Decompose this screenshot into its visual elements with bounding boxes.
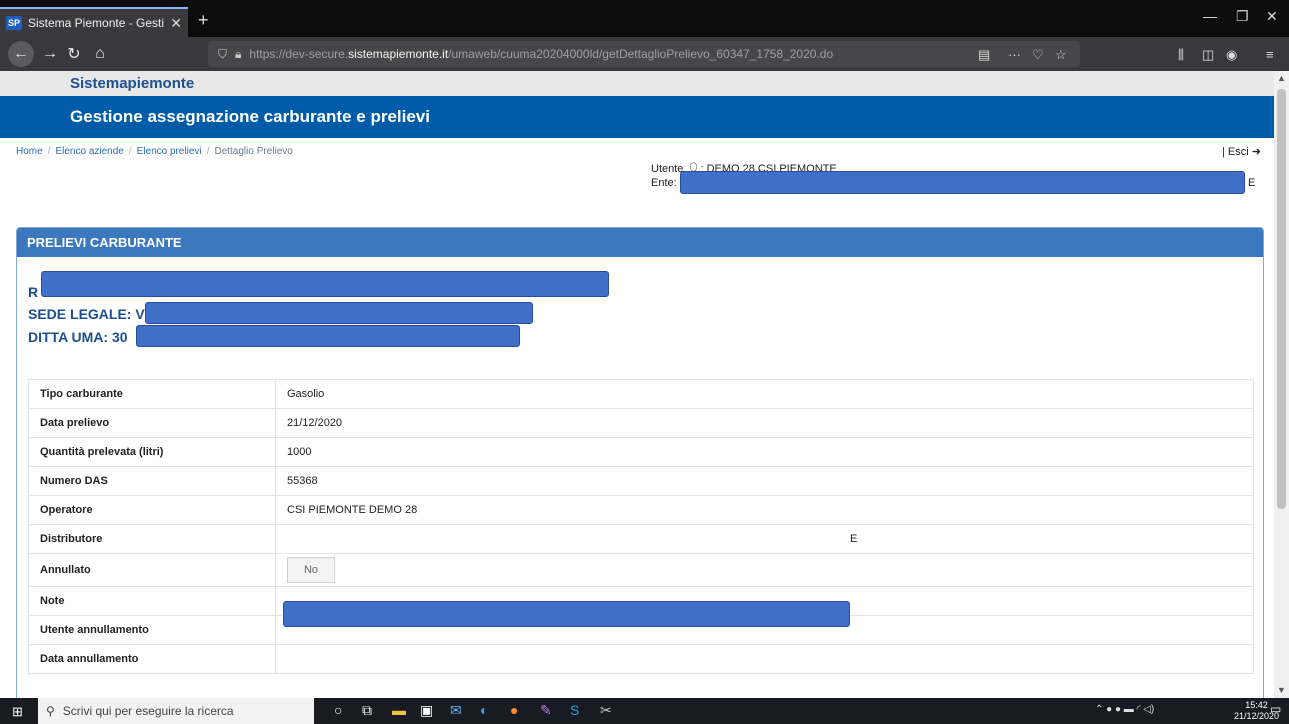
breadcrumb-aziende[interactable]: Elenco aziende bbox=[55, 146, 123, 157]
table-row: Distributore E bbox=[28, 524, 1254, 554]
home-icon[interactable]: ⌂ bbox=[90, 41, 110, 67]
scroll-down-icon[interactable]: ▼ bbox=[1277, 685, 1286, 695]
ente-tail: E bbox=[1248, 177, 1256, 189]
panel-title: PRELIEVI CARBURANTE bbox=[17, 228, 1263, 257]
lock-icon: 🔒︎ bbox=[235, 46, 242, 61]
windows-taskbar: ⊞ ⚲ Scrivi qui per eseguire la ricerca ○… bbox=[0, 698, 1289, 724]
table-row: Quantità prelevata (litri) 1000 bbox=[28, 437, 1254, 467]
ente-label: Ente: bbox=[651, 177, 677, 189]
scrollbar-thumb[interactable] bbox=[1277, 89, 1286, 509]
new-tab-icon[interactable]: + bbox=[198, 10, 209, 31]
pocket-icon[interactable]: ♡ bbox=[1032, 47, 1044, 63]
more-actions-icon[interactable]: ··· bbox=[1008, 47, 1021, 62]
table-row: Tipo carburante Gasolio bbox=[28, 379, 1254, 409]
edge-icon[interactable]: ◐ bbox=[480, 702, 488, 718]
site-brand[interactable]: Sistemapiemonte bbox=[70, 75, 194, 92]
back-arrow-icon[interactable]: ← bbox=[8, 41, 34, 67]
firefox-icon[interactable]: ● bbox=[510, 702, 518, 718]
annullato-toggle[interactable]: No bbox=[287, 557, 335, 583]
cortana-icon[interactable]: ○ bbox=[334, 702, 342, 718]
page-content: Sistemapiemonte Gestione assegnazione ca… bbox=[0, 71, 1274, 698]
sidebar-icon[interactable]: ◫ bbox=[1202, 47, 1214, 63]
restore-icon[interactable]: ❐ bbox=[1236, 8, 1249, 25]
breadcrumb-prelievi[interactable]: Elenco prelievi bbox=[137, 146, 202, 157]
app-title: Gestione assegnazione carburante e preli… bbox=[70, 107, 430, 126]
search-placeholder: Scrivi qui per eseguire la ricerca bbox=[62, 704, 234, 718]
table-row: Data prelievo 21/12/2020 bbox=[28, 408, 1254, 438]
ditta-uma: DITTA UMA: 30 bbox=[28, 329, 128, 345]
logout-label: | Esci bbox=[1222, 146, 1249, 158]
task-view-icon[interactable]: ⧉ bbox=[362, 702, 372, 719]
url-domain: sistemapiemonte.it bbox=[348, 47, 449, 61]
taskbar-search[interactable]: ⚲ Scrivi qui per eseguire la ricerca bbox=[38, 698, 314, 724]
file-explorer-icon[interactable]: ▬ bbox=[392, 702, 406, 718]
snip-icon[interactable]: ✂ bbox=[600, 702, 612, 719]
browser-tab[interactable]: SP Sistema Piemonte - Gestione a ✕ bbox=[0, 7, 188, 37]
reload-icon[interactable]: ↻ bbox=[64, 41, 84, 67]
breadcrumb-home[interactable]: Home bbox=[16, 146, 43, 157]
url-prefix: https://dev-secure. bbox=[249, 47, 349, 61]
minimize-icon[interactable]: — bbox=[1203, 8, 1217, 24]
table-row: Annullato No bbox=[28, 553, 1254, 587]
store-icon[interactable]: ▣ bbox=[420, 702, 433, 719]
table-row: Numero DAS 55368 bbox=[28, 466, 1254, 496]
page-scrollbar[interactable]: ▲ ▼ bbox=[1274, 71, 1289, 698]
brand-bar: Sistemapiemonte bbox=[0, 71, 1274, 96]
logout-link[interactable]: | Esci ➜ bbox=[1222, 145, 1261, 158]
logout-icon: ➜ bbox=[1251, 146, 1261, 158]
address-bar[interactable]: ⛉ 🔒︎ https://dev-secure. sistemapiemonte.… bbox=[208, 41, 1080, 67]
redaction-box bbox=[680, 171, 1245, 194]
app-title-bar: Gestione assegnazione carburante e preli… bbox=[0, 96, 1274, 138]
shield-icon: ⛉ bbox=[218, 46, 228, 61]
system-tray[interactable]: ⌃ ● ● ▬ ◜ ◁) bbox=[1095, 704, 1154, 715]
paint-icon[interactable]: ✎ bbox=[540, 702, 552, 719]
account-icon[interactable]: ◉ bbox=[1226, 47, 1237, 63]
breadcrumb-current: Dettaglio Prelievo bbox=[214, 146, 293, 157]
close-window-icon[interactable]: ✕ bbox=[1266, 8, 1278, 25]
company-name: R bbox=[28, 284, 39, 300]
redaction-box bbox=[283, 601, 850, 627]
reader-view-icon[interactable]: ▤ bbox=[978, 47, 990, 63]
sede-legale: SEDE LEGALE: V bbox=[28, 306, 145, 322]
table-row: Operatore CSI PIEMONTE DEMO 28 bbox=[28, 495, 1254, 525]
forward-arrow-icon[interactable]: → bbox=[40, 41, 60, 67]
notifications-icon[interactable]: ▭ bbox=[1270, 702, 1281, 716]
table-row: Data annullamento bbox=[28, 644, 1254, 674]
search-icon: ⚲ bbox=[46, 704, 55, 718]
breadcrumb: Home / Elenco aziende / Elenco prelievi / Dett… bbox=[16, 146, 293, 157]
favicon-icon: SP bbox=[6, 16, 22, 30]
tab-title: Sistema Piemonte - Gestione a bbox=[28, 16, 165, 30]
bookmark-star-icon[interactable]: ☆ bbox=[1055, 47, 1067, 63]
prelievi-panel: PRELIEVI CARBURANTE R SEDE LEGALE: V DIT… bbox=[16, 227, 1264, 698]
redaction-box bbox=[41, 271, 609, 297]
browser-tab-strip: SP Sistema Piemonte - Gestione a ✕ + — ❐… bbox=[0, 0, 1289, 37]
details-table: Tipo carburante Gasolio Data prelievo 21/1… bbox=[28, 379, 1254, 674]
skype-icon[interactable]: S bbox=[570, 702, 579, 718]
browser-navbar: ← → ↻ ⌂ ⛉ 🔒︎ https://dev-secure. sistemap… bbox=[0, 37, 1289, 71]
scroll-up-icon[interactable]: ▲ bbox=[1277, 73, 1286, 83]
redaction-box bbox=[145, 302, 533, 324]
close-tab-icon[interactable]: ✕ bbox=[170, 15, 182, 32]
mail-icon[interactable]: ✉ bbox=[450, 702, 462, 719]
windows-start-icon[interactable]: ⊞ bbox=[12, 704, 23, 720]
menu-icon[interactable]: ≡ bbox=[1266, 47, 1274, 62]
url-path: /umaweb/cuuma20204000ld/getDettaglioPrel… bbox=[448, 47, 834, 61]
redaction-box bbox=[136, 325, 520, 347]
library-icon[interactable]: ⫼ bbox=[1178, 47, 1184, 63]
